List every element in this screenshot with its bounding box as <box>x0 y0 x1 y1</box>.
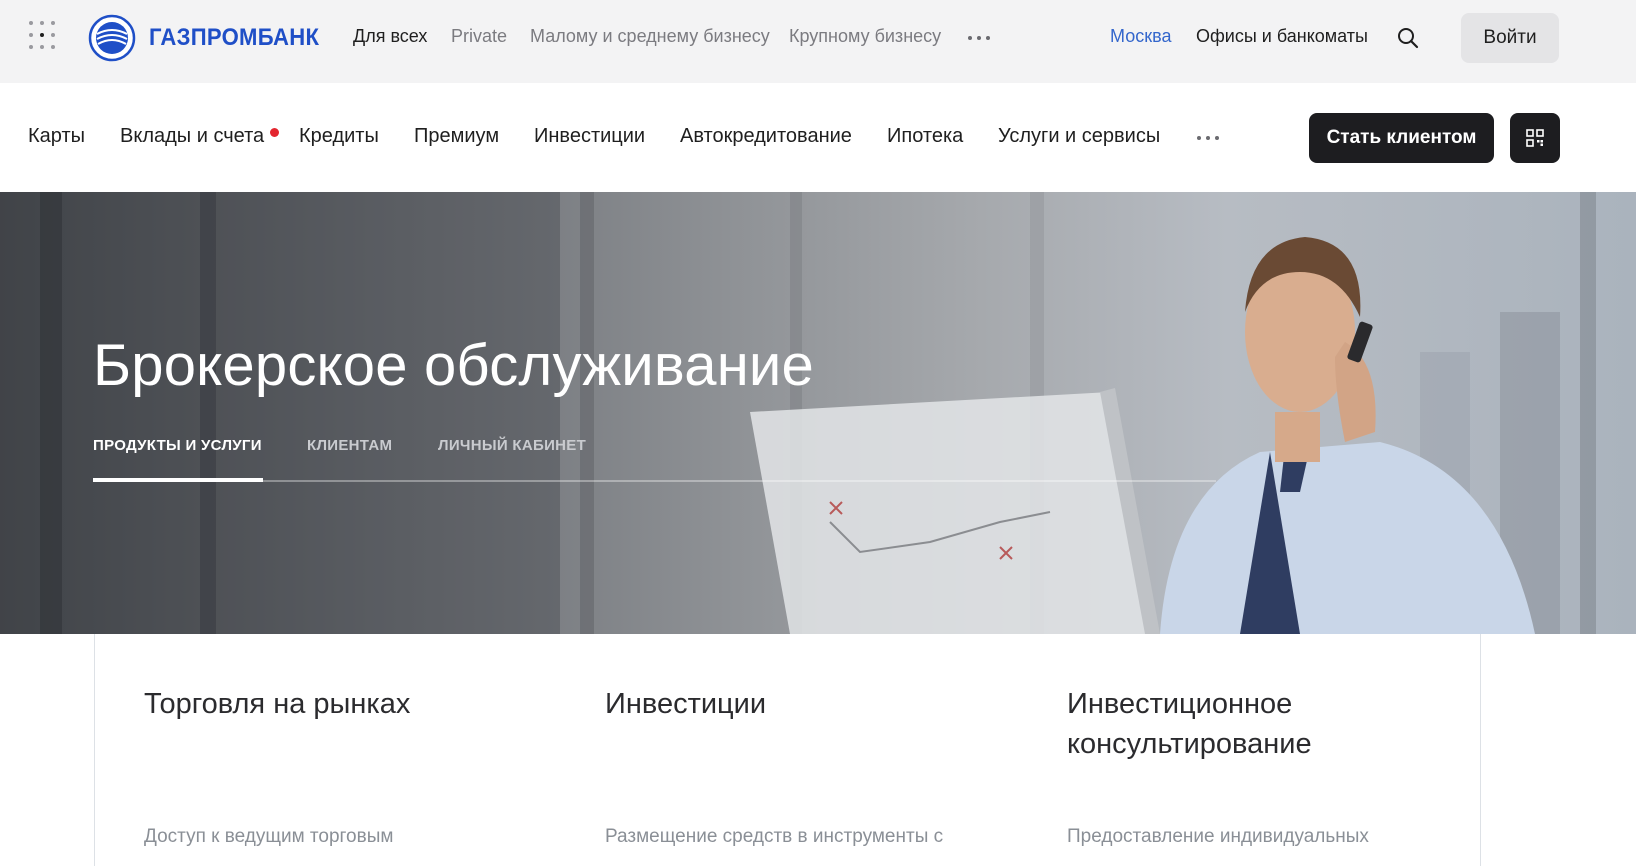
top-bar: ГАЗПРОМБАНК Для всех Private Малому и ср… <box>0 0 1636 83</box>
hero-banner: Брокерское обслуживание ПРОДУКТЫ И УСЛУГ… <box>0 192 1636 634</box>
nav-item-cards[interactable]: Карты <box>28 125 85 148</box>
card-description: Предоставление индивидуальных <box>1067 826 1369 847</box>
segment-private[interactable]: Private <box>451 26 507 47</box>
tab-personal-account[interactable]: ЛИЧНЫЙ КАБИНЕТ <box>438 437 586 454</box>
page-title: Брокерское обслуживание <box>93 333 814 398</box>
nav-item-investments[interactable]: Инвестиции <box>534 125 645 148</box>
apps-grid-icon[interactable] <box>29 21 59 55</box>
become-client-button[interactable]: Стать клиентом <box>1309 113 1494 163</box>
segment-sme[interactable]: Малому и среднему бизнесу <box>530 26 770 47</box>
nav-item-mortgage[interactable]: Ипотека <box>887 125 963 148</box>
tab-active-indicator <box>93 478 263 482</box>
service-card-trading[interactable]: Торговля на рынках Доступ к ведущим торг… <box>94 634 558 866</box>
tab-products-services[interactable]: ПРОДУКТЫ И УСЛУГИ <box>93 437 262 454</box>
city-selector[interactable]: Москва <box>1110 26 1171 47</box>
notification-dot <box>270 128 279 137</box>
hero-background-image <box>0 192 1596 634</box>
login-button[interactable]: Войти <box>1461 13 1559 63</box>
nav-item-auto-loans[interactable]: Автокредитование <box>680 125 852 148</box>
nav-item-premium[interactable]: Премиум <box>414 125 499 148</box>
main-nav: Карты Вклады и счета Кредиты Премиум Инв… <box>0 83 1636 192</box>
segment-all[interactable]: Для всех <box>353 26 427 47</box>
search-icon[interactable] <box>1396 26 1420 50</box>
qr-code-icon <box>1526 129 1544 147</box>
gazprombank-logo-icon <box>88 14 136 62</box>
more-dots-icon[interactable] <box>968 36 990 40</box>
card-description: Размещение средств в инструменты с <box>605 826 944 847</box>
card-title: Торговля на рынках <box>144 688 411 720</box>
offices-link[interactable]: Офисы и банкоматы <box>1196 26 1368 47</box>
nav-item-services[interactable]: Услуги и сервисы <box>998 125 1160 148</box>
brand-name: ГАЗПРОМБАНК <box>149 24 320 51</box>
nav-item-deposits[interactable]: Вклады и счета <box>120 125 264 148</box>
service-card-investments[interactable]: Инвестиции Размещение средств в инструме… <box>556 634 1019 866</box>
nav-item-credits[interactable]: Кредиты <box>299 125 379 148</box>
brand-logo[interactable]: ГАЗПРОМБАНК <box>88 14 334 62</box>
qr-code-button[interactable] <box>1510 113 1560 163</box>
more-dots-icon[interactable] <box>1197 136 1219 140</box>
service-card-consulting[interactable]: Инвестиционное консультирование Предоста… <box>1018 634 1481 866</box>
segment-corporate[interactable]: Крупному бизнесу <box>789 26 941 47</box>
tab-clients[interactable]: КЛИЕНТАМ <box>307 437 392 454</box>
card-title: Инвестиционное консультирование <box>1067 688 1312 760</box>
card-title: Инвестиции <box>605 688 767 720</box>
card-description: Доступ к ведущим торговым <box>144 826 394 847</box>
